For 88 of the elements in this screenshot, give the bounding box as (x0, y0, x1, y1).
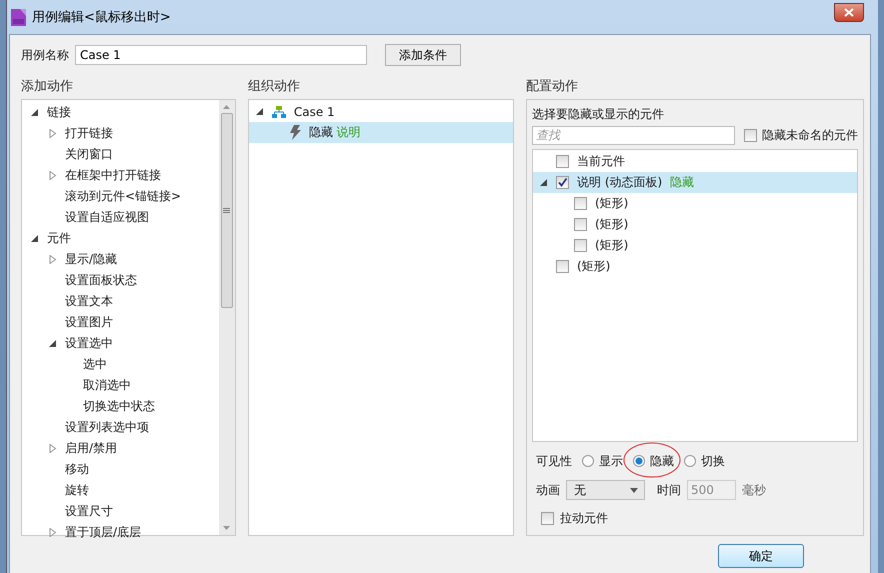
radio-label: 切换 (701, 452, 725, 470)
element-name: (矩形) (577, 258, 610, 275)
element-row[interactable]: 当前元件 (533, 151, 857, 172)
action-tree-item[interactable]: 设置尺寸 (65, 503, 113, 520)
checkbox[interactable] (574, 239, 587, 252)
radio-label: 显示 (599, 452, 623, 470)
visibility-label: 可见性 (536, 452, 572, 470)
expanded-arrow-icon[interactable] (48, 339, 57, 348)
add-condition-button[interactable]: 添加条件 (385, 44, 461, 66)
app-icon (11, 8, 26, 26)
action-tree-item[interactable]: 滚动到元件<锚链接> (65, 188, 182, 205)
action-tree-item[interactable]: 在框架中打开链接 (65, 167, 161, 184)
case-name[interactable]: Case 1 (294, 104, 335, 118)
checkbox[interactable] (574, 197, 587, 210)
scroll-down-icon[interactable] (223, 526, 230, 531)
element-name: 说明 (动态面板) (577, 174, 662, 191)
close-icon (844, 8, 854, 16)
action-tree-item[interactable]: 链接 (47, 104, 71, 121)
action-tree-item[interactable]: 设置列表选中项 (65, 419, 149, 436)
dropdown-arrow-icon (630, 488, 638, 492)
expanded-arrow-icon[interactable] (30, 234, 39, 243)
checkbox[interactable] (574, 218, 587, 231)
action-tree-item[interactable]: 设置自适应视图 (65, 209, 149, 226)
element-row[interactable]: (矩形) (533, 256, 857, 277)
checkbox-label: 拉动元件 (560, 510, 608, 526)
action-tree-item[interactable]: 置于顶层/底层 (65, 524, 142, 541)
action-tree-item[interactable]: 启用/禁用 (65, 440, 118, 457)
close-button[interactable] (834, 2, 864, 22)
scroll-up-icon[interactable] (223, 104, 230, 109)
checkbox[interactable] (556, 176, 569, 189)
checkbox[interactable] (556, 155, 569, 168)
element-name: (矩形) (595, 237, 628, 254)
action-tree-item[interactable]: 显示/隐藏 (65, 251, 118, 268)
checkbox[interactable] (556, 260, 569, 273)
section-heading: 组织动作 (248, 78, 301, 96)
action-tree-item[interactable]: 打开链接 (65, 125, 113, 142)
element-name: (矩形) (595, 195, 628, 212)
ok-button[interactable]: 确定 (718, 544, 804, 568)
action-tree-item[interactable]: 设置选中 (65, 335, 113, 352)
element-row[interactable]: (矩形) (533, 235, 857, 256)
action-tree-item[interactable]: 移动 (65, 461, 89, 478)
collapsed-arrow-icon[interactable] (48, 255, 57, 264)
grip-icon (223, 208, 230, 214)
element-name: (矩形) (595, 216, 628, 233)
action-tree-item[interactable]: 切换选中状态 (83, 398, 155, 415)
element-row[interactable]: (矩形) (533, 193, 857, 214)
section-heading: 配置动作 (526, 78, 579, 96)
expanded-arrow-icon[interactable] (30, 108, 39, 117)
search-field[interactable]: 查找 (532, 126, 735, 144)
element-row[interactable]: 说明 (动态面板) 隐藏 (533, 172, 857, 193)
expanded-arrow-icon[interactable] (539, 178, 548, 187)
element-name: 当前元件 (577, 153, 625, 170)
prompt-text: 选择要隐藏或显示的元件 (532, 106, 665, 122)
collapsed-arrow-icon[interactable] (48, 171, 57, 180)
collapsed-arrow-icon[interactable] (48, 528, 57, 537)
action-tree-item[interactable]: 设置图片 (65, 314, 113, 331)
action-tree-item[interactable]: 选中 (83, 356, 107, 373)
lightning-icon (290, 125, 301, 140)
action-tree-item[interactable]: 旋转 (65, 482, 89, 499)
radio-label: 隐藏 (650, 452, 674, 470)
action-tree-item[interactable]: 设置文本 (65, 293, 113, 310)
collapsed-arrow-icon[interactable] (48, 129, 57, 138)
action-tree-item[interactable]: 元件 (47, 230, 71, 247)
radio-button[interactable] (684, 455, 696, 467)
animation-label: 动画 (536, 482, 560, 498)
action-text: 隐藏 说明 (308, 124, 361, 141)
section-heading: 添加动作 (21, 78, 74, 96)
checkbox[interactable] (541, 512, 554, 524)
expanded-arrow-icon[interactable] (254, 107, 264, 116)
checkbox-label: 隐藏未命名的元件 (762, 126, 858, 144)
time-label: 时间 (657, 482, 681, 498)
element-row[interactable]: (矩形) (533, 214, 857, 235)
animation-dropdown[interactable]: 无 (566, 480, 645, 500)
collapsed-arrow-icon[interactable] (48, 444, 57, 453)
hierarchy-icon (272, 106, 286, 118)
window-title: 用例编辑<鼠标移出时> (32, 9, 171, 26)
case-name-label: 用例名称 (21, 46, 69, 64)
case-name-field[interactable]: Case 1 (75, 45, 367, 65)
unit-label: 毫秒 (742, 482, 766, 498)
radio-button[interactable] (633, 455, 645, 467)
checkbox[interactable] (744, 128, 757, 142)
action-tree-item[interactable]: 设置面板状态 (65, 272, 137, 289)
action-tree-item[interactable]: 取消选中 (83, 377, 131, 394)
radio-button[interactable] (582, 455, 594, 467)
element-status: 隐藏 (670, 174, 694, 191)
scrollbar[interactable] (218, 100, 235, 535)
action-row[interactable]: 隐藏 说明 (248, 122, 513, 143)
action-tree-item[interactable]: 关闭窗口 (65, 146, 113, 163)
